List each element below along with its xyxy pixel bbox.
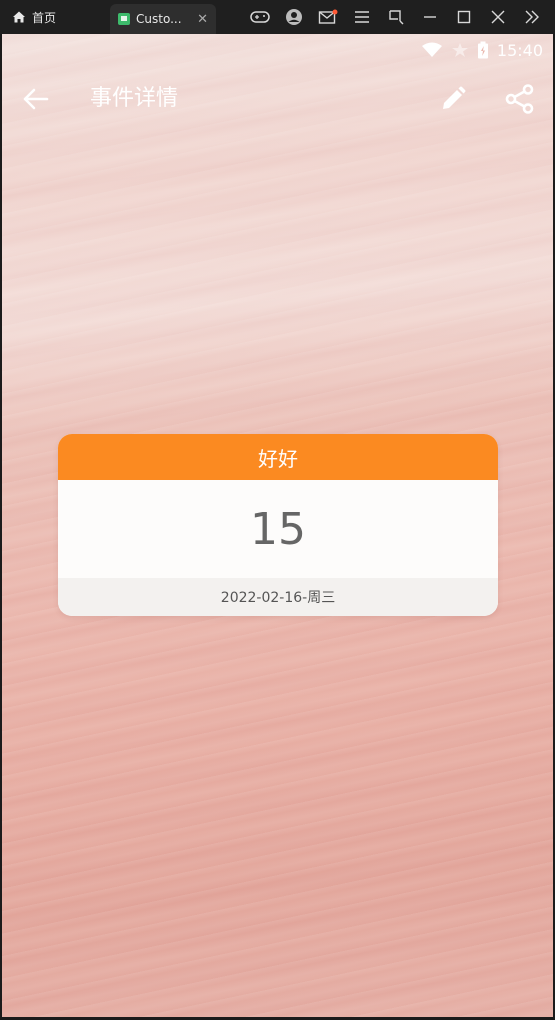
app-bar: 事件详情 [2,74,553,124]
maximize-icon[interactable] [447,0,481,34]
back-button[interactable] [18,82,52,116]
edit-button[interactable] [436,82,470,116]
battery-icon [477,41,488,59]
event-days-count: 15 [250,503,306,555]
event-card[interactable]: 好好 15 2022-02-16-周三 [58,434,498,616]
home-icon [13,11,25,23]
expand-icon[interactable] [515,0,549,34]
share-icon [505,84,534,114]
star-icon [451,43,468,57]
app-tab[interactable]: Custo... ✕ [110,4,216,34]
share-button[interactable] [502,82,538,116]
account-icon[interactable] [277,0,311,34]
tab-close-icon[interactable]: ✕ [197,12,208,27]
mail-icon[interactable] [311,0,345,34]
app-tab-label: Custo... [136,12,182,26]
minimize-icon[interactable] [413,0,447,34]
crop-icon[interactable] [379,0,413,34]
gamepad-icon[interactable] [243,0,277,34]
home-tab-label: 首页 [32,10,57,25]
menu-icon[interactable] [345,0,379,34]
back-arrow-icon [23,88,49,110]
event-date: 2022-02-16-周三 [58,578,498,616]
page-title: 事件详情 [90,86,179,111]
close-icon[interactable] [481,0,515,34]
emulator-title-bar: 首页 Custo... ✕ [0,0,555,34]
home-tab[interactable]: 首页 [12,0,56,34]
phone-screen: 15:40 事件详情 好好 15 2022-02-16-周三 [2,34,553,1017]
edit-pencil-icon [443,86,466,109]
status-bar: 15:40 [421,38,543,62]
app-favicon [118,13,130,25]
event-title: 好好 [58,434,498,480]
wifi-icon [421,42,442,57]
status-time: 15:40 [496,40,543,60]
